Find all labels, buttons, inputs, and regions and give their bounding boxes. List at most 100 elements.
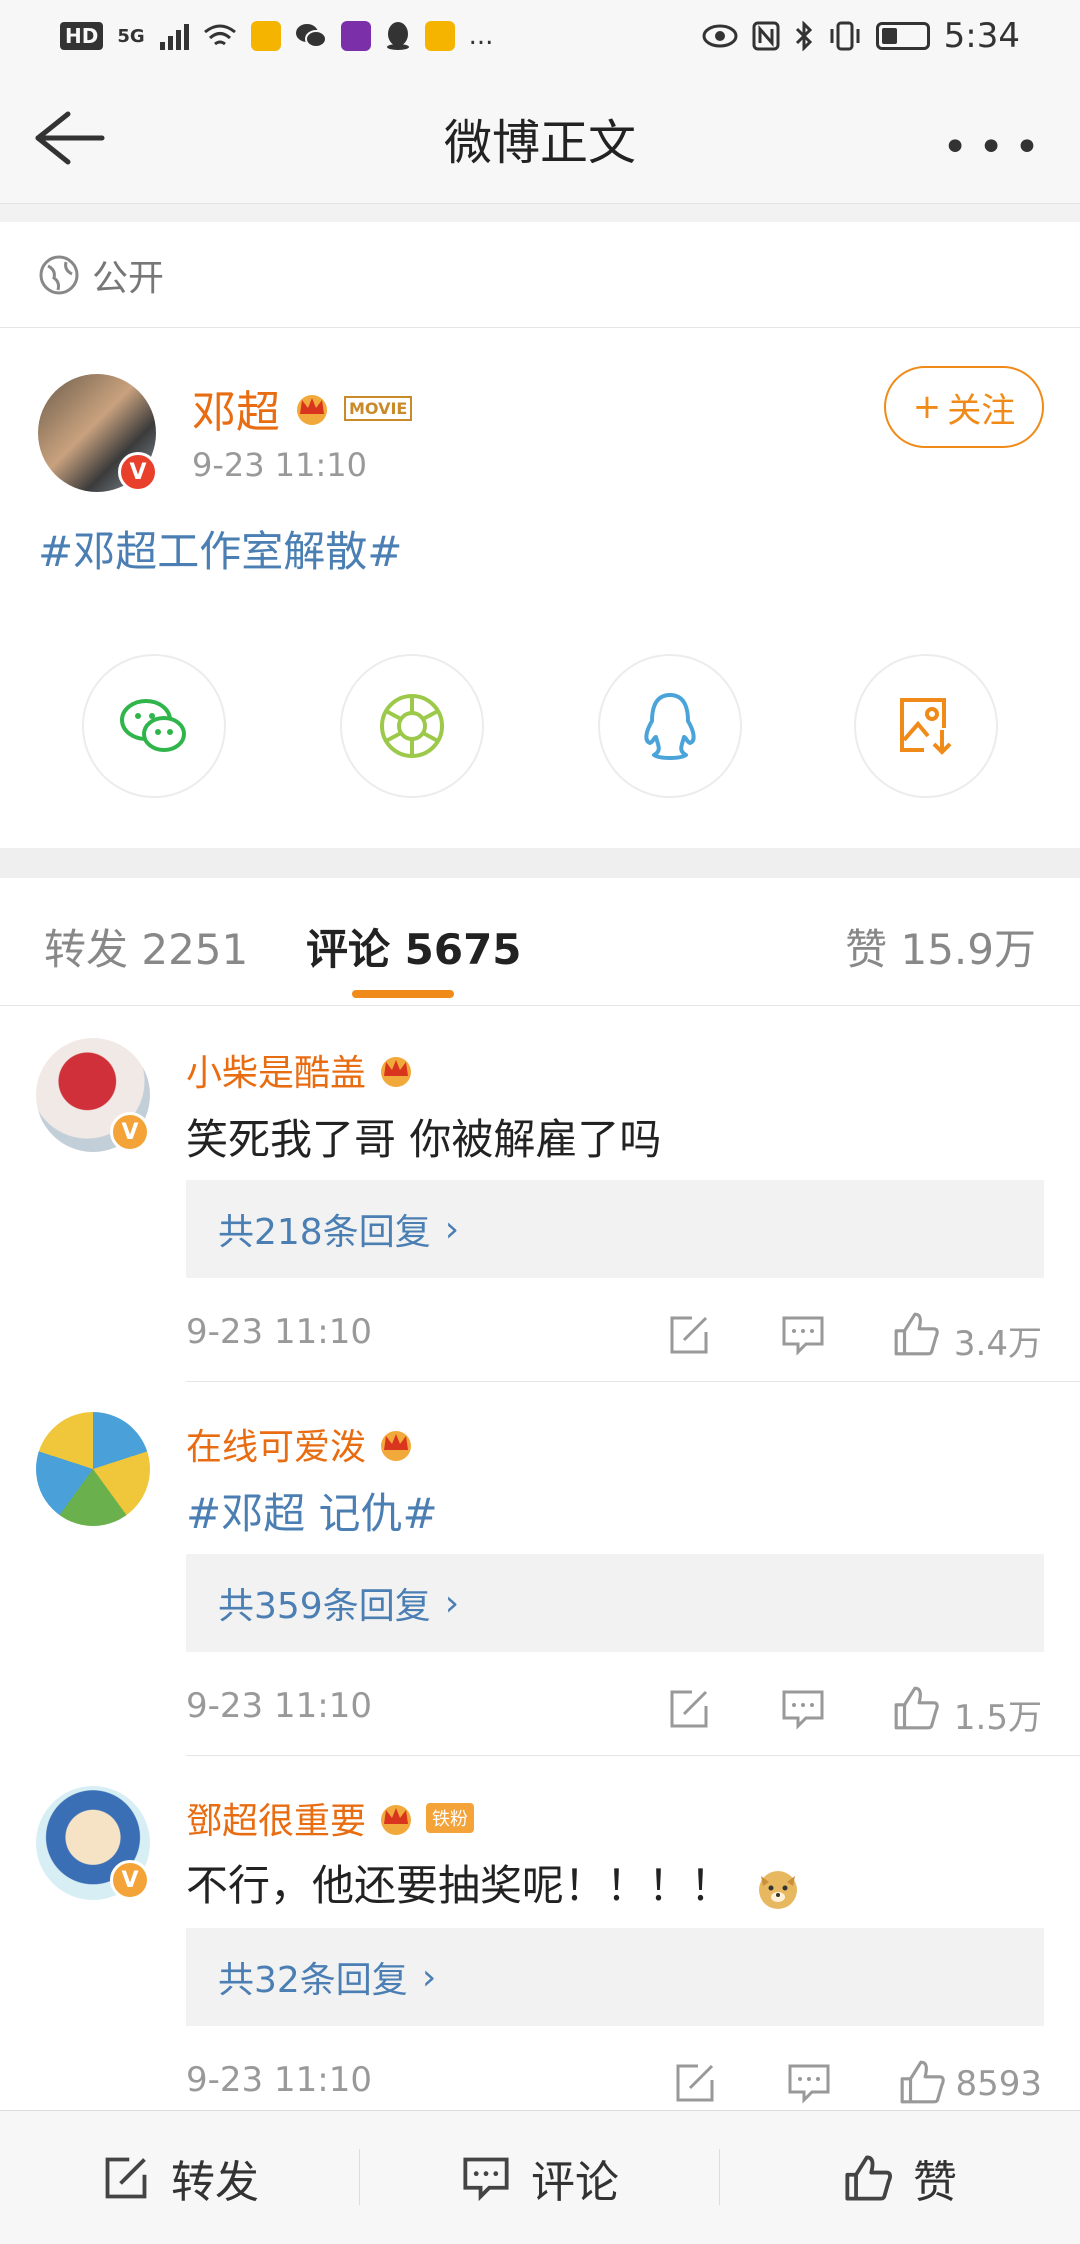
repost-icon[interactable]	[666, 1312, 712, 1358]
post-card: V 邓超 MOVIE 9-23 11:10 + 关注 #邓超工作室解散#	[0, 328, 1080, 848]
reply-icon[interactable]	[780, 1686, 826, 1732]
comment-time: 9-23 11:10	[186, 1312, 372, 1352]
bottom-action-bar: 转发 评论 赞	[0, 2110, 1080, 2244]
like-icon[interactable]	[892, 1310, 940, 1358]
more-options-icon[interactable]: •••	[942, 122, 1050, 173]
like-button[interactable]: 赞	[720, 2111, 1080, 2244]
crown-icon	[297, 395, 327, 425]
replies-link[interactable]: 共359条回复 ›	[186, 1554, 1044, 1652]
status-right: 5:34	[702, 16, 1020, 56]
comment-icon	[463, 2157, 509, 2201]
5g-icon: 5G	[117, 25, 145, 47]
fan-badge: 铁粉	[426, 1803, 475, 1833]
comment-item: V 小柴是酷盖 笑死我了哥 你被解雇了吗 共218条回复 › 9-23 11:1…	[0, 1006, 1080, 1382]
status-bar: HD 5G ... 5:34	[0, 0, 1080, 72]
follow-label: 关注	[947, 390, 1016, 431]
save-image-icon	[900, 698, 952, 755]
replies-count: 共218条回复	[218, 1212, 431, 1253]
share-wechat-button[interactable]	[82, 654, 226, 798]
reply-icon[interactable]	[780, 1312, 826, 1358]
reply-icon[interactable]	[786, 2060, 832, 2106]
qq-status-icon	[386, 22, 409, 50]
crown-icon	[381, 1431, 412, 1461]
repost-icon[interactable]	[666, 1686, 712, 1732]
comment-time: 9-23 11:10	[186, 2060, 372, 2100]
like-count: 8593	[955, 2064, 1042, 2104]
crown-icon	[381, 1057, 412, 1087]
qq-icon	[644, 693, 696, 760]
comment-time: 9-23 11:10	[186, 1686, 372, 1726]
author-name[interactable]: 邓超 MOVIE	[192, 376, 413, 440]
crown-icon	[381, 1805, 412, 1835]
wifi-icon	[203, 24, 236, 46]
like-count: 3.4万	[953, 1324, 1042, 1364]
repost-button[interactable]: 转发	[0, 2111, 360, 2244]
share-moments-button[interactable]	[340, 654, 484, 798]
more-notifications: ...	[468, 21, 494, 51]
verified-badge: V	[118, 452, 158, 492]
comment-text[interactable]: #邓超 记仇#	[186, 1480, 438, 1541]
tab-likes[interactable]: 赞 15.9万	[845, 916, 1036, 977]
post-time: 9-23 11:10	[192, 446, 368, 484]
share-row	[0, 654, 1080, 804]
verified-badge: V	[110, 1112, 150, 1152]
comment-button[interactable]: 评论	[360, 2111, 720, 2244]
like-count: 1.5万	[953, 1698, 1042, 1738]
commenter-name[interactable]: 小柴是酷盖	[186, 1044, 416, 1096]
commenter-name[interactable]: 鄧超很重要 铁粉	[186, 1792, 475, 1844]
visibility-label: 公开	[92, 257, 165, 299]
share-qq-button[interactable]	[598, 654, 742, 798]
plus-icon: +	[912, 387, 942, 427]
repost-icon	[105, 2157, 147, 2198]
back-arrow-icon[interactable]	[28, 106, 108, 170]
clock: 5:34	[943, 16, 1020, 56]
movie-badge: MOVIE	[344, 395, 413, 421]
post-topic[interactable]: #邓超工作室解散#	[38, 518, 402, 579]
commenter-name[interactable]: 在线可爱泼	[186, 1418, 416, 1470]
chevron-right-icon: ›	[444, 1208, 460, 1250]
tab-reposts[interactable]: 转发 2251	[44, 916, 248, 977]
like-icon	[845, 2154, 892, 2201]
status-indicators: HD 5G ...	[60, 21, 493, 51]
doge-emoji-icon	[759, 1870, 798, 1909]
wechat-icon	[120, 699, 186, 752]
like-icon[interactable]	[892, 1684, 940, 1732]
save-image-button[interactable]	[854, 654, 998, 798]
replies-link[interactable]: 共218条回复 ›	[186, 1180, 1044, 1278]
moments-icon	[380, 694, 444, 758]
repost-icon[interactable]	[672, 2060, 718, 2106]
replies-count: 共32条回复	[218, 1960, 408, 2001]
hd-icon: HD	[60, 22, 104, 50]
like-icon[interactable]	[898, 2058, 946, 2106]
active-tab-indicator	[352, 990, 454, 998]
comment-text: 笑死我了哥 你被解雇了吗	[186, 1115, 662, 1164]
nav-bar: 微博正文 •••	[0, 72, 1080, 204]
replies-link[interactable]: 共32条回复 ›	[186, 1928, 1044, 2026]
commenter-name-text: 鄧超很重要	[186, 1801, 367, 1842]
page-title: 微博正文	[443, 114, 636, 171]
chevron-right-icon: ›	[421, 1956, 437, 1998]
follow-button[interactable]: + 关注	[884, 366, 1044, 448]
verified-badge: V	[110, 1860, 150, 1900]
comment-text: 不行，他还要抽奖呢！！！！	[186, 1852, 801, 1913]
app-icon	[340, 21, 371, 51]
signal-icon	[159, 24, 189, 50]
tab-comments[interactable]: 评论 5675	[306, 916, 522, 977]
battery-icon	[875, 22, 930, 50]
commenter-name-text: 在线可爱泼	[186, 1427, 367, 1468]
post-tabs: 转发 2251 评论 5675 赞 15.9万	[0, 878, 1080, 1006]
comment-text-content: 不行，他还要抽奖呢！！！！	[186, 1861, 733, 1910]
comment-item: V 鄧超很重要 铁粉 不行，他还要抽奖呢！！！！ 共32条回复 › 9-23 1…	[0, 1756, 1080, 2110]
author-name-text: 邓超	[192, 387, 280, 438]
eye-icon	[702, 24, 738, 48]
comment-label: 评论	[531, 2156, 619, 2208]
chevron-right-icon: ›	[444, 1582, 460, 1624]
comment-item: 在线可爱泼 #邓超 记仇# 共359条回复 › 9-23 11:10 1.5万	[0, 1382, 1080, 1756]
commenter-name-text: 小柴是酷盖	[186, 1053, 367, 1094]
nfc-icon	[752, 21, 780, 51]
bluetooth-icon	[795, 21, 812, 51]
commenter-avatar[interactable]	[36, 1412, 150, 1526]
mail-icon-2	[424, 21, 455, 51]
section-gap-2	[0, 848, 1080, 878]
like-label: 赞	[913, 2156, 957, 2208]
